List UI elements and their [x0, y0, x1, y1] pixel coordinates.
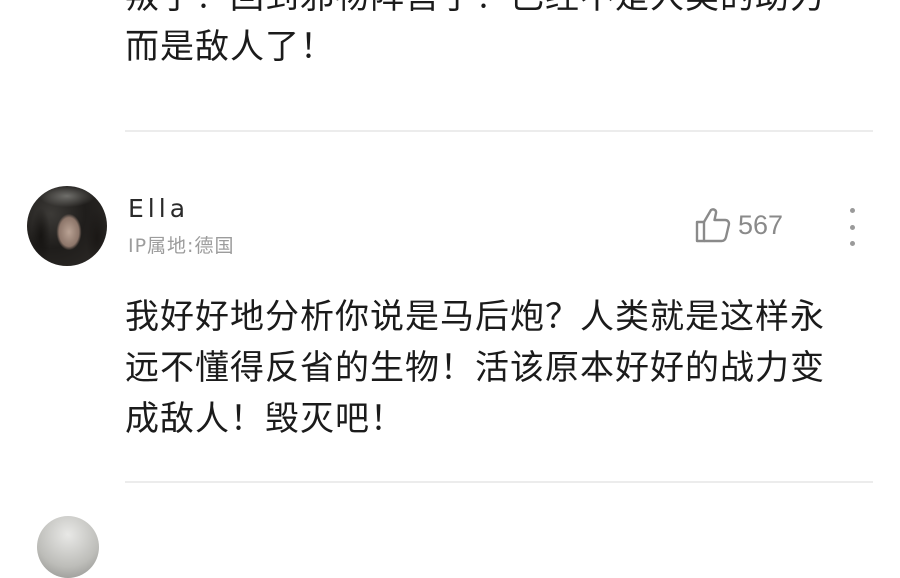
thumbs-up-icon: [695, 208, 731, 243]
like-count: 567: [738, 209, 784, 240]
username[interactable]: Ella: [128, 194, 189, 223]
more-options-button[interactable]: [843, 208, 861, 246]
ip-location: IP属地:德国: [128, 235, 235, 257]
comment-divider: [125, 130, 873, 132]
previous-comment-text: 叛了！回到邪物阵营了！已经不是人类的助力而是敌人了！: [125, 0, 824, 67]
avatar[interactable]: [27, 186, 107, 266]
more-vertical-icon: [849, 208, 855, 213]
like-button[interactable]: 567: [694, 206, 783, 244]
next-comment-avatar[interactable]: [37, 516, 99, 578]
comment-text: 我好好地分析你说是马后炮？人类就是这样永远不懂得反省的生物！活该原本好好的战力变…: [125, 297, 825, 439]
comment-divider: [125, 481, 873, 483]
